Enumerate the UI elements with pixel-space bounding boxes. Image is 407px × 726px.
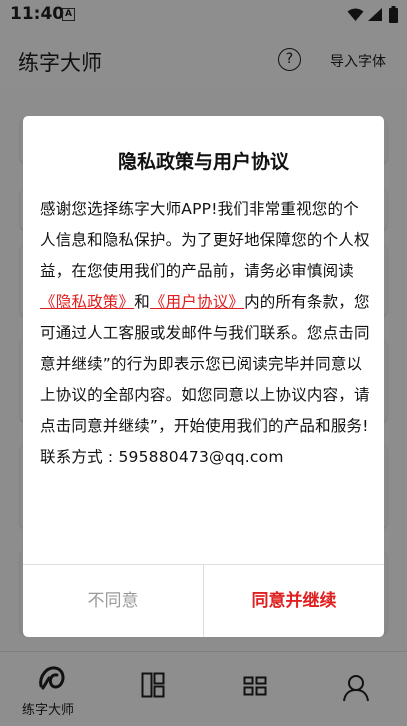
dialog-text: 感谢您选择练字大师APP!我们非常重视您的个人信息和隐私保护。为了更好地保障您的…: [40, 200, 370, 280]
dialog-text: 内的所有条款，您可通过人工客服或发邮件与我们联系。您点击同意并继续”的行为即表示…: [40, 293, 370, 435]
agree-continue-button[interactable]: 同意并继续: [204, 565, 384, 637]
dialog-body: 感谢您选择练字大师APP!我们非常重视您的个人信息和隐私保护。为了更好地保障您的…: [40, 194, 370, 473]
app-title: 练字大师: [18, 51, 102, 75]
contact-info: 联系方式 : 595880473@qq.com: [40, 448, 284, 466]
dialog-text-and: 和: [134, 293, 150, 311]
brush-logo-icon: [39, 666, 65, 690]
bottom-nav: 练字大师: [0, 651, 407, 726]
dialog-title: 隐私政策与用户协议: [117, 151, 289, 173]
notification-icon: A: [62, 8, 75, 21]
privacy-dialog: 隐私政策与用户协议 感谢您选择练字大师APP!我们非常重视您的个人信息和隐私保护…: [23, 116, 384, 637]
app-bar: 练字大师 ? 导入字体: [0, 30, 407, 90]
nav-item-columns[interactable]: [141, 672, 165, 702]
battery-icon: [389, 6, 398, 23]
nav-label-home: 练字大师: [22, 703, 75, 718]
nav-item-grid[interactable]: [243, 676, 267, 700]
privacy-policy-link[interactable]: 《隐私政策》: [40, 293, 134, 311]
disagree-button[interactable]: 不同意: [23, 565, 203, 637]
columns-icon: [141, 672, 165, 698]
wifi-icon: [347, 8, 364, 21]
nav-item-home[interactable]: [37, 664, 67, 698]
user-agreement-link[interactable]: 《用户协议》: [150, 293, 244, 311]
status-bar: 11:40 A: [0, 0, 407, 30]
grid-icon: [243, 676, 267, 696]
person-icon: [343, 675, 369, 702]
signal-icon: [368, 8, 382, 21]
help-icon[interactable]: ?: [278, 48, 301, 71]
status-time: 11:40: [10, 4, 65, 24]
import-font-button[interactable]: 导入字体: [330, 51, 386, 71]
nav-item-profile[interactable]: [342, 674, 370, 706]
